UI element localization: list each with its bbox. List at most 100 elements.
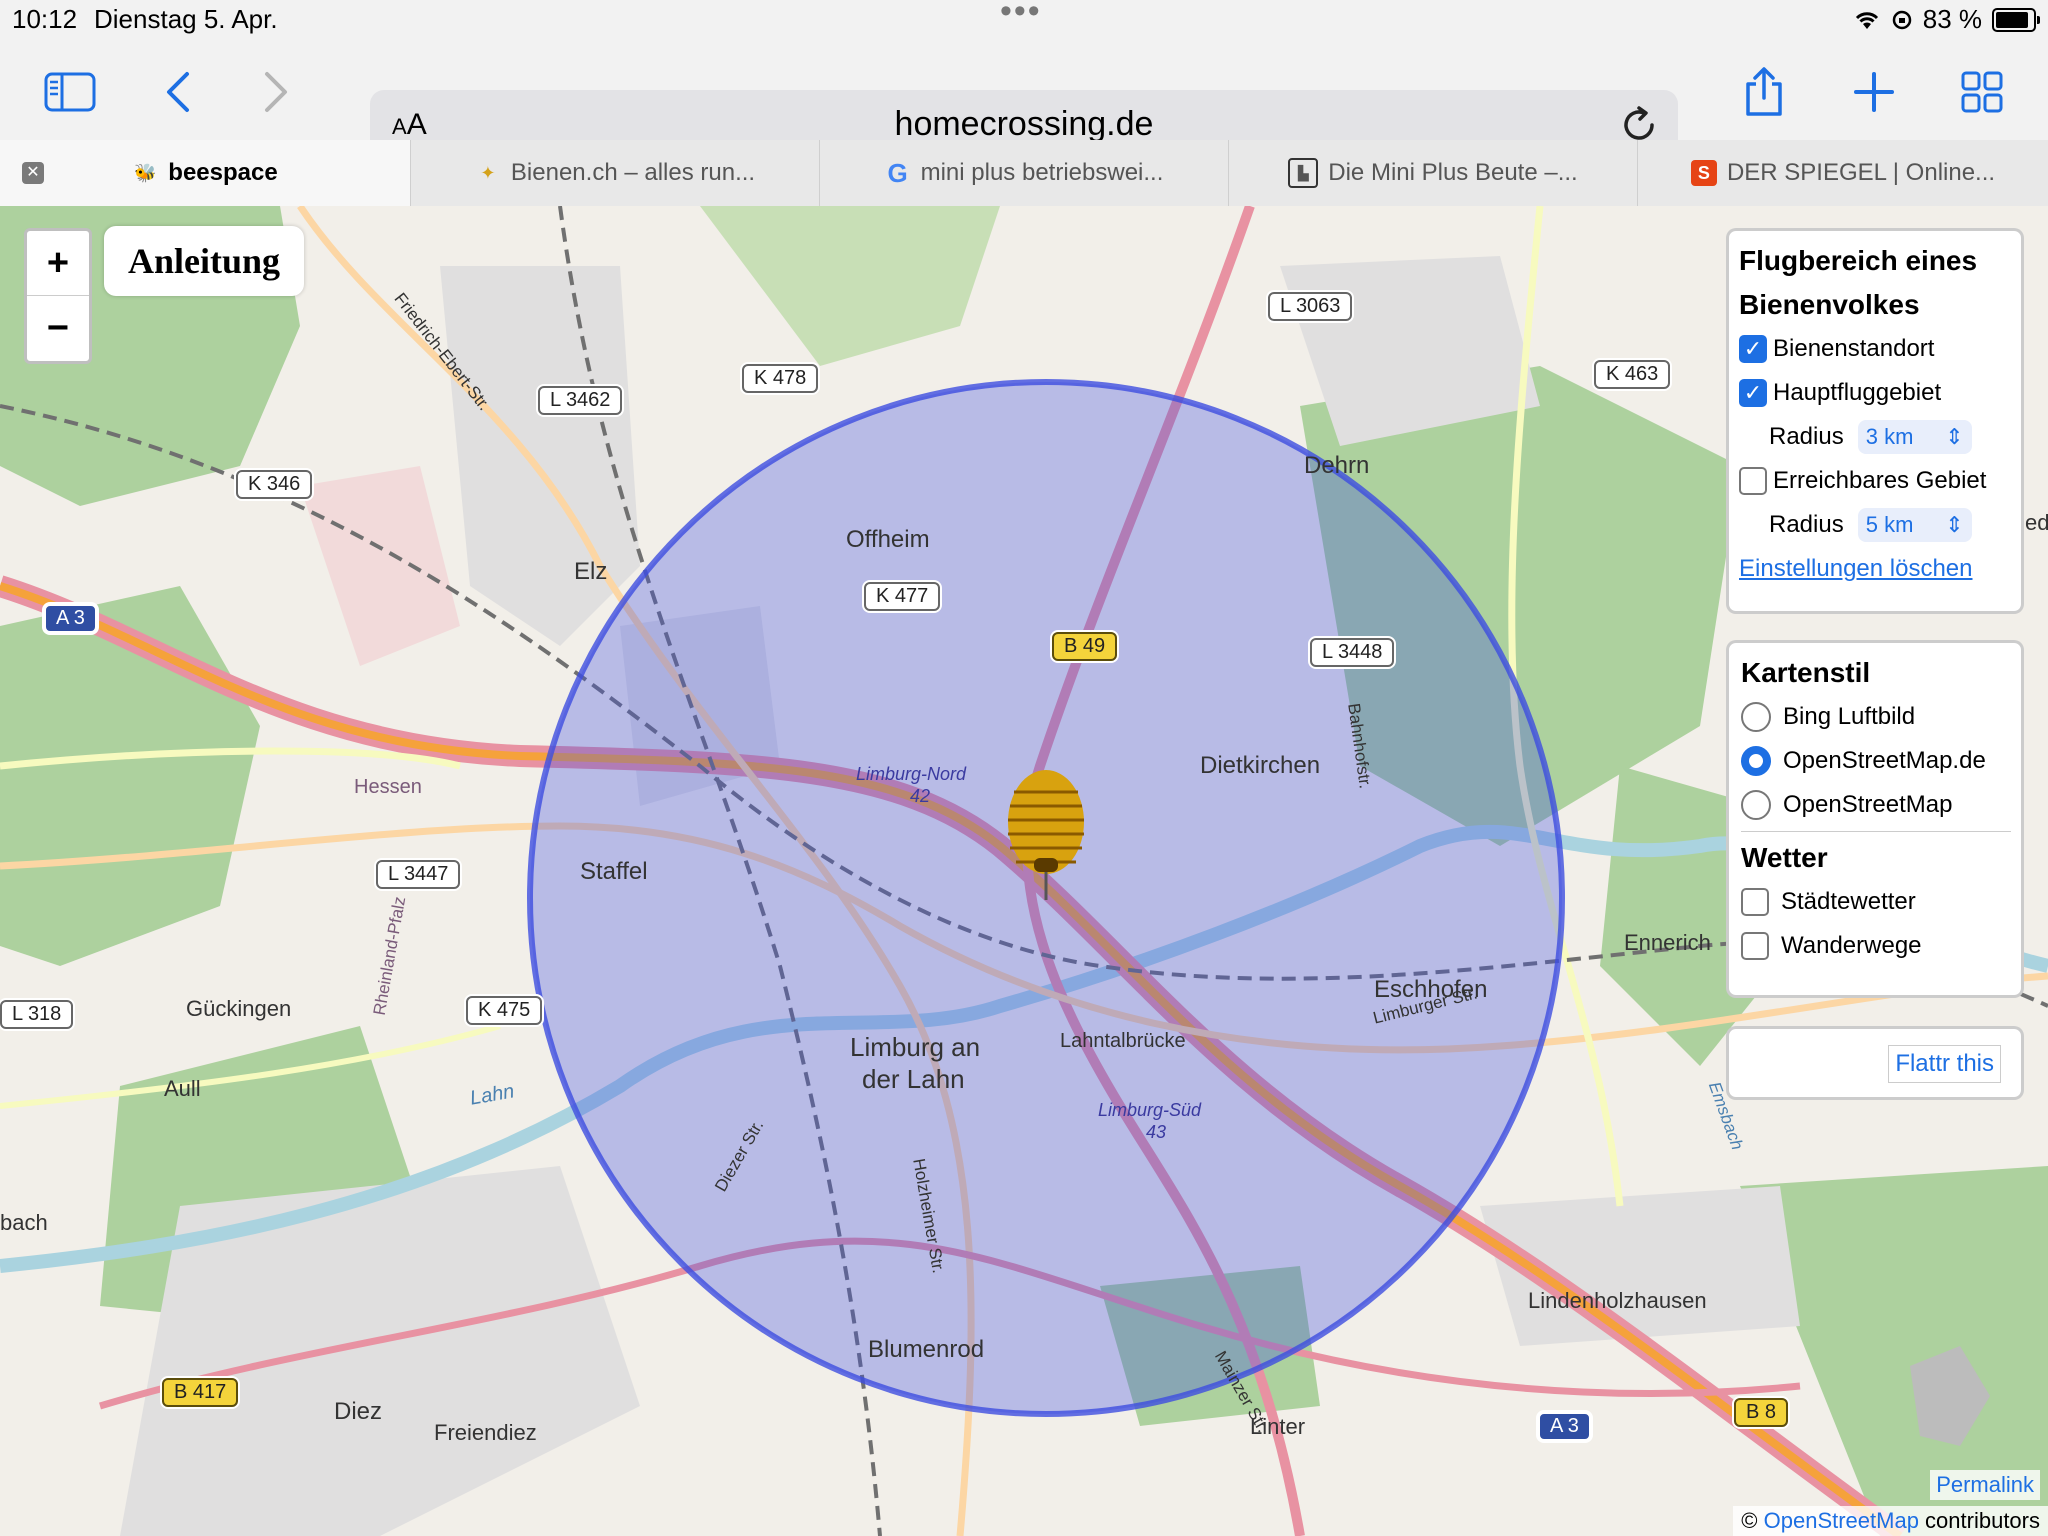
place-label: bach: [0, 1210, 48, 1235]
zoom-control: + −: [24, 228, 92, 364]
battery-percent: 83 %: [1922, 4, 1982, 34]
road-shield: K 478: [742, 364, 819, 393]
radius-row-1: Radius 3 km ⇕: [1739, 415, 2011, 459]
radius-label: Radius: [1769, 511, 1844, 538]
exit-label: Limburg-Süd: [1098, 1100, 1202, 1120]
place-label: Lindenholzhausen: [1528, 1288, 1707, 1313]
reset-row: Einstellungen löschen: [1739, 547, 2011, 591]
road-shield: A 3: [1538, 1412, 1591, 1441]
sidebar-icon[interactable]: [42, 64, 98, 120]
share-icon[interactable]: [1736, 64, 1792, 120]
map-style-panel: Kartenstil Bing Luftbild OpenStreetMap.d…: [1726, 640, 2024, 998]
miniplus-favicon-icon: ▙: [1288, 158, 1319, 188]
place-label: Ennerich: [1624, 930, 1711, 955]
road-shield: K 475: [466, 996, 543, 1025]
permalink-link[interactable]: Permalink: [1930, 1470, 2040, 1500]
style-option-row[interactable]: OpenStreetMap.de: [1741, 739, 2011, 783]
style-option-row[interactable]: OpenStreetMap: [1741, 783, 2011, 832]
weather-option-label: Wanderwege: [1781, 932, 1922, 959]
tab-google[interactable]: G mini plus betriebswei...: [819, 140, 1228, 206]
url-text[interactable]: homecrossing.de: [370, 105, 1678, 144]
beehive-marker-icon[interactable]: [1004, 766, 1088, 902]
wanderwege-checkbox[interactable]: [1741, 932, 1769, 960]
tab-overview-icon[interactable]: [1954, 64, 2010, 120]
osm-de-radio[interactable]: [1741, 746, 1771, 776]
status-date: Dienstag 5. Apr.: [94, 4, 278, 34]
hauptfluggebiet-row[interactable]: ✓ Hauptfluggebiet: [1739, 371, 2011, 415]
tab-label: DER SPIEGEL | Online...: [1726, 159, 1996, 186]
tab-label: Die Mini Plus Beute –...: [1328, 159, 1578, 186]
place-label: Diez: [334, 1398, 383, 1425]
back-icon[interactable]: [150, 64, 206, 120]
bienenstandort-checkbox[interactable]: ✓: [1739, 335, 1767, 363]
multitasking-dots-icon[interactable]: •••: [1000, 0, 1042, 31]
bienenstandort-label: Bienenstandort: [1773, 335, 1935, 362]
wifi-icon: [1855, 11, 1878, 29]
panel-title: Flugbereich eines: [1739, 245, 1978, 276]
orientation-lock-icon: [1892, 10, 1911, 29]
road-shield: K 463: [1594, 360, 1671, 389]
tab-bienen-ch[interactable]: ✦ Bienen.ch – alles run...: [410, 140, 819, 206]
place-label: Gückingen: [186, 996, 292, 1021]
hauptfluggebiet-label: Hauptfluggebiet: [1773, 379, 1942, 406]
osm-radio[interactable]: [1741, 790, 1771, 820]
style-option-row[interactable]: Bing Luftbild: [1741, 695, 2011, 739]
updown-chevron-icon: ⇕: [1945, 512, 1964, 537]
erreichbares-row[interactable]: Erreichbares Gebiet: [1739, 459, 2011, 503]
tab-beespace[interactable]: 🐝 beespace: [0, 140, 410, 206]
radius-select-2[interactable]: 5 km ⇕: [1857, 508, 1972, 542]
place-label: Freiendiez: [434, 1420, 537, 1445]
forward-icon[interactable]: [248, 64, 304, 120]
tab-label: mini plus betriebswei...: [920, 159, 1164, 186]
weather-option-row[interactable]: Wanderwege: [1741, 924, 2011, 968]
staedtewetter-checkbox[interactable]: [1741, 888, 1769, 916]
wetter-heading: Wetter: [1741, 842, 1828, 873]
attribution-suffix: contributors: [1918, 1508, 2040, 1533]
kartenstil-heading: Kartenstil: [1741, 657, 1871, 688]
status-time: 10:12: [12, 4, 78, 34]
tab-mini-plus[interactable]: ▙ Die Mini Plus Beute –...: [1228, 140, 1637, 206]
status-right: 83 %: [1853, 4, 2040, 35]
road-shield: L 3462: [538, 386, 623, 415]
osm-attribution-link[interactable]: OpenStreetMap: [1764, 1508, 1919, 1533]
anleitung-button[interactable]: Anleitung: [104, 226, 304, 296]
style-option-label: OpenStreetMap: [1783, 791, 1953, 818]
tab-bar: 🐝 beespace ✦ Bienen.ch – alles run... G …: [0, 140, 2048, 207]
bing-radio[interactable]: [1741, 702, 1771, 732]
battery-icon: [1992, 7, 2040, 32]
road-shield: L 318: [0, 1000, 74, 1029]
zoom-in-button[interactable]: +: [27, 231, 89, 296]
zoom-out-button[interactable]: −: [27, 296, 89, 360]
hauptfluggebiet-checkbox[interactable]: ✓: [1739, 379, 1767, 407]
bienenstandort-row[interactable]: ✓ Bienenstandort: [1739, 327, 2011, 371]
google-favicon-icon: G: [887, 157, 908, 188]
close-tab-icon[interactable]: ✕: [22, 162, 44, 184]
reset-settings-link[interactable]: Einstellungen löschen: [1739, 555, 1973, 583]
road-shield: L 3447: [376, 860, 461, 889]
radius-select-1[interactable]: 3 km ⇕: [1857, 420, 1972, 454]
road-shield: L 3063: [1268, 292, 1353, 321]
erreichbares-label: Erreichbares Gebiet: [1773, 467, 1987, 494]
exit-number: 43: [1146, 1122, 1167, 1142]
erreichbares-checkbox[interactable]: [1739, 467, 1767, 495]
updown-chevron-icon: ⇕: [1945, 424, 1964, 449]
place-label: Elz: [574, 558, 608, 585]
place-label: Lahntalbrücke: [1060, 1030, 1186, 1052]
place-label: Blumenrod: [868, 1336, 985, 1363]
weather-option-row[interactable]: Städtewetter: [1741, 880, 2011, 924]
new-tab-plus-icon[interactable]: [1846, 64, 1902, 120]
bee-favicon-icon: 🐝: [134, 162, 157, 183]
tab-label: beespace: [168, 159, 278, 186]
place-label: Dehrn: [1304, 452, 1370, 479]
place-label: Offheim: [846, 526, 930, 553]
place-label: Staffel: [580, 858, 648, 885]
flattr-button[interactable]: Flattr this: [1888, 1045, 2001, 1083]
exit-label: Limburg-Nord: [856, 764, 967, 784]
road-shield: B 417: [162, 1378, 239, 1407]
flight-range-panel: Flugbereich eines Bienenvolkes ✓ Bienens…: [1726, 228, 2024, 614]
browser-toolbar: AA homecrossing.de: [0, 40, 2048, 160]
place-label: Hessen: [354, 776, 422, 798]
road-shield: A 3: [44, 604, 97, 633]
weather-option-label: Städtewetter: [1781, 888, 1916, 915]
tab-spiegel[interactable]: S DER SPIEGEL | Online...: [1637, 140, 2048, 206]
